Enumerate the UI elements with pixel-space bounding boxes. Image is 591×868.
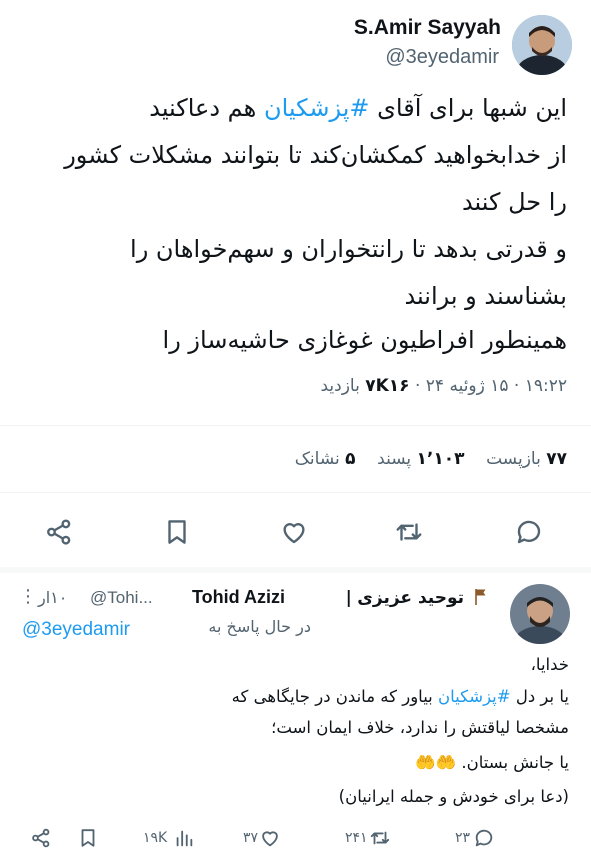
flag-icon — [474, 588, 488, 606]
divider — [0, 567, 591, 573]
tweet-line: را حل کنند — [461, 188, 567, 216]
bookmark-icon[interactable] — [162, 517, 192, 547]
divider — [0, 492, 591, 493]
tweet-time[interactable]: ۱۹:۲۲ — [525, 376, 567, 396]
hashtag-link[interactable]: #پزشکیان — [438, 687, 511, 706]
tweet-line: و قدرتی بدهد تا رانتخواران و سهم‌خواهان … — [130, 235, 567, 263]
name-separator: | — [345, 588, 352, 608]
bookmarks-stat[interactable]: ۵ نشانک — [295, 449, 356, 469]
share-icon[interactable] — [44, 517, 74, 547]
more-options-icon[interactable]: ⋮ — [19, 586, 37, 607]
tweet-date[interactable]: ۱۵ ژوئیه ۲۴ — [426, 376, 509, 396]
replying-to: در حال پاسخ به — [208, 617, 311, 636]
tweet-stats: ۷۷ بازپست ۱٬۱۰۳ پسند ۵ نشانک — [295, 449, 567, 469]
hashtag-link[interactable]: #پزشکیان — [264, 94, 370, 122]
author-name[interactable]: S.Amir Sayyah — [354, 16, 501, 40]
praying-hands-emoji: 🤲🤲 — [415, 753, 457, 772]
tweet-line: همینطور افراطیون غوغازی حاشیه‌ساز را — [162, 326, 567, 354]
reply-avatar[interactable] — [510, 584, 570, 644]
reply-share-icon[interactable] — [30, 827, 52, 849]
author-avatar[interactable] — [512, 15, 572, 75]
author-handle[interactable]: @3eyedamir — [385, 46, 499, 69]
tweet-line: از خدابخواهید کمکشان‌کند تا بتوانند مشکل… — [64, 141, 567, 169]
reply-line: خدایا، — [530, 655, 569, 674]
tweet-line: بشناسند و برانند — [404, 282, 567, 310]
reply-icon[interactable] — [514, 517, 544, 547]
retweets-stat[interactable]: ۷۷ بازپست — [486, 449, 567, 469]
tweet-line: این شبها برای آقای #پزشکیان هم دعاکنید — [149, 94, 567, 122]
like-icon — [259, 827, 281, 853]
reply-author-name-fa[interactable]: توحید عزیزی — [357, 588, 464, 608]
reply-handle[interactable]: @Tohi... — [90, 588, 153, 608]
replying-to-handle[interactable]: @3eyedamir — [22, 619, 130, 641]
reply-header: توحید عزیزی | — [346, 588, 464, 608]
reply-icon — [473, 827, 495, 853]
retweet-icon — [369, 827, 391, 853]
likes-stat[interactable]: ۱٬۱۰۳ پسند — [377, 449, 464, 469]
retweet-icon[interactable] — [394, 517, 424, 547]
views-icon — [173, 827, 195, 853]
reply-line: (دعا برای خودش و جمله ایرانیان) — [338, 787, 569, 806]
tweet-meta: ۱۹:۲۲ · ۱۵ ژوئیه ۲۴ · ۷K۱۶ بازدید — [320, 376, 567, 396]
reply-line: یا بر دل #پزشکیان بیاور که ماندن در جایگ… — [231, 687, 569, 706]
views-label: بازدید — [320, 376, 360, 396]
reply-author-name-en[interactable]: Tohid Azizi — [192, 587, 285, 608]
like-icon[interactable] — [279, 517, 309, 547]
views-count: ۷K۱۶ — [365, 376, 410, 396]
reply-bookmark-icon[interactable] — [77, 827, 99, 849]
reply-time[interactable]: ۱۰ار — [38, 588, 67, 607]
reply-line: مشخصا لیاقتش را ندارد، خلاف ایمان است؛ — [271, 718, 569, 737]
divider — [0, 425, 591, 426]
reply-line: یا جانش بستان. 🤲🤲 — [415, 753, 569, 772]
